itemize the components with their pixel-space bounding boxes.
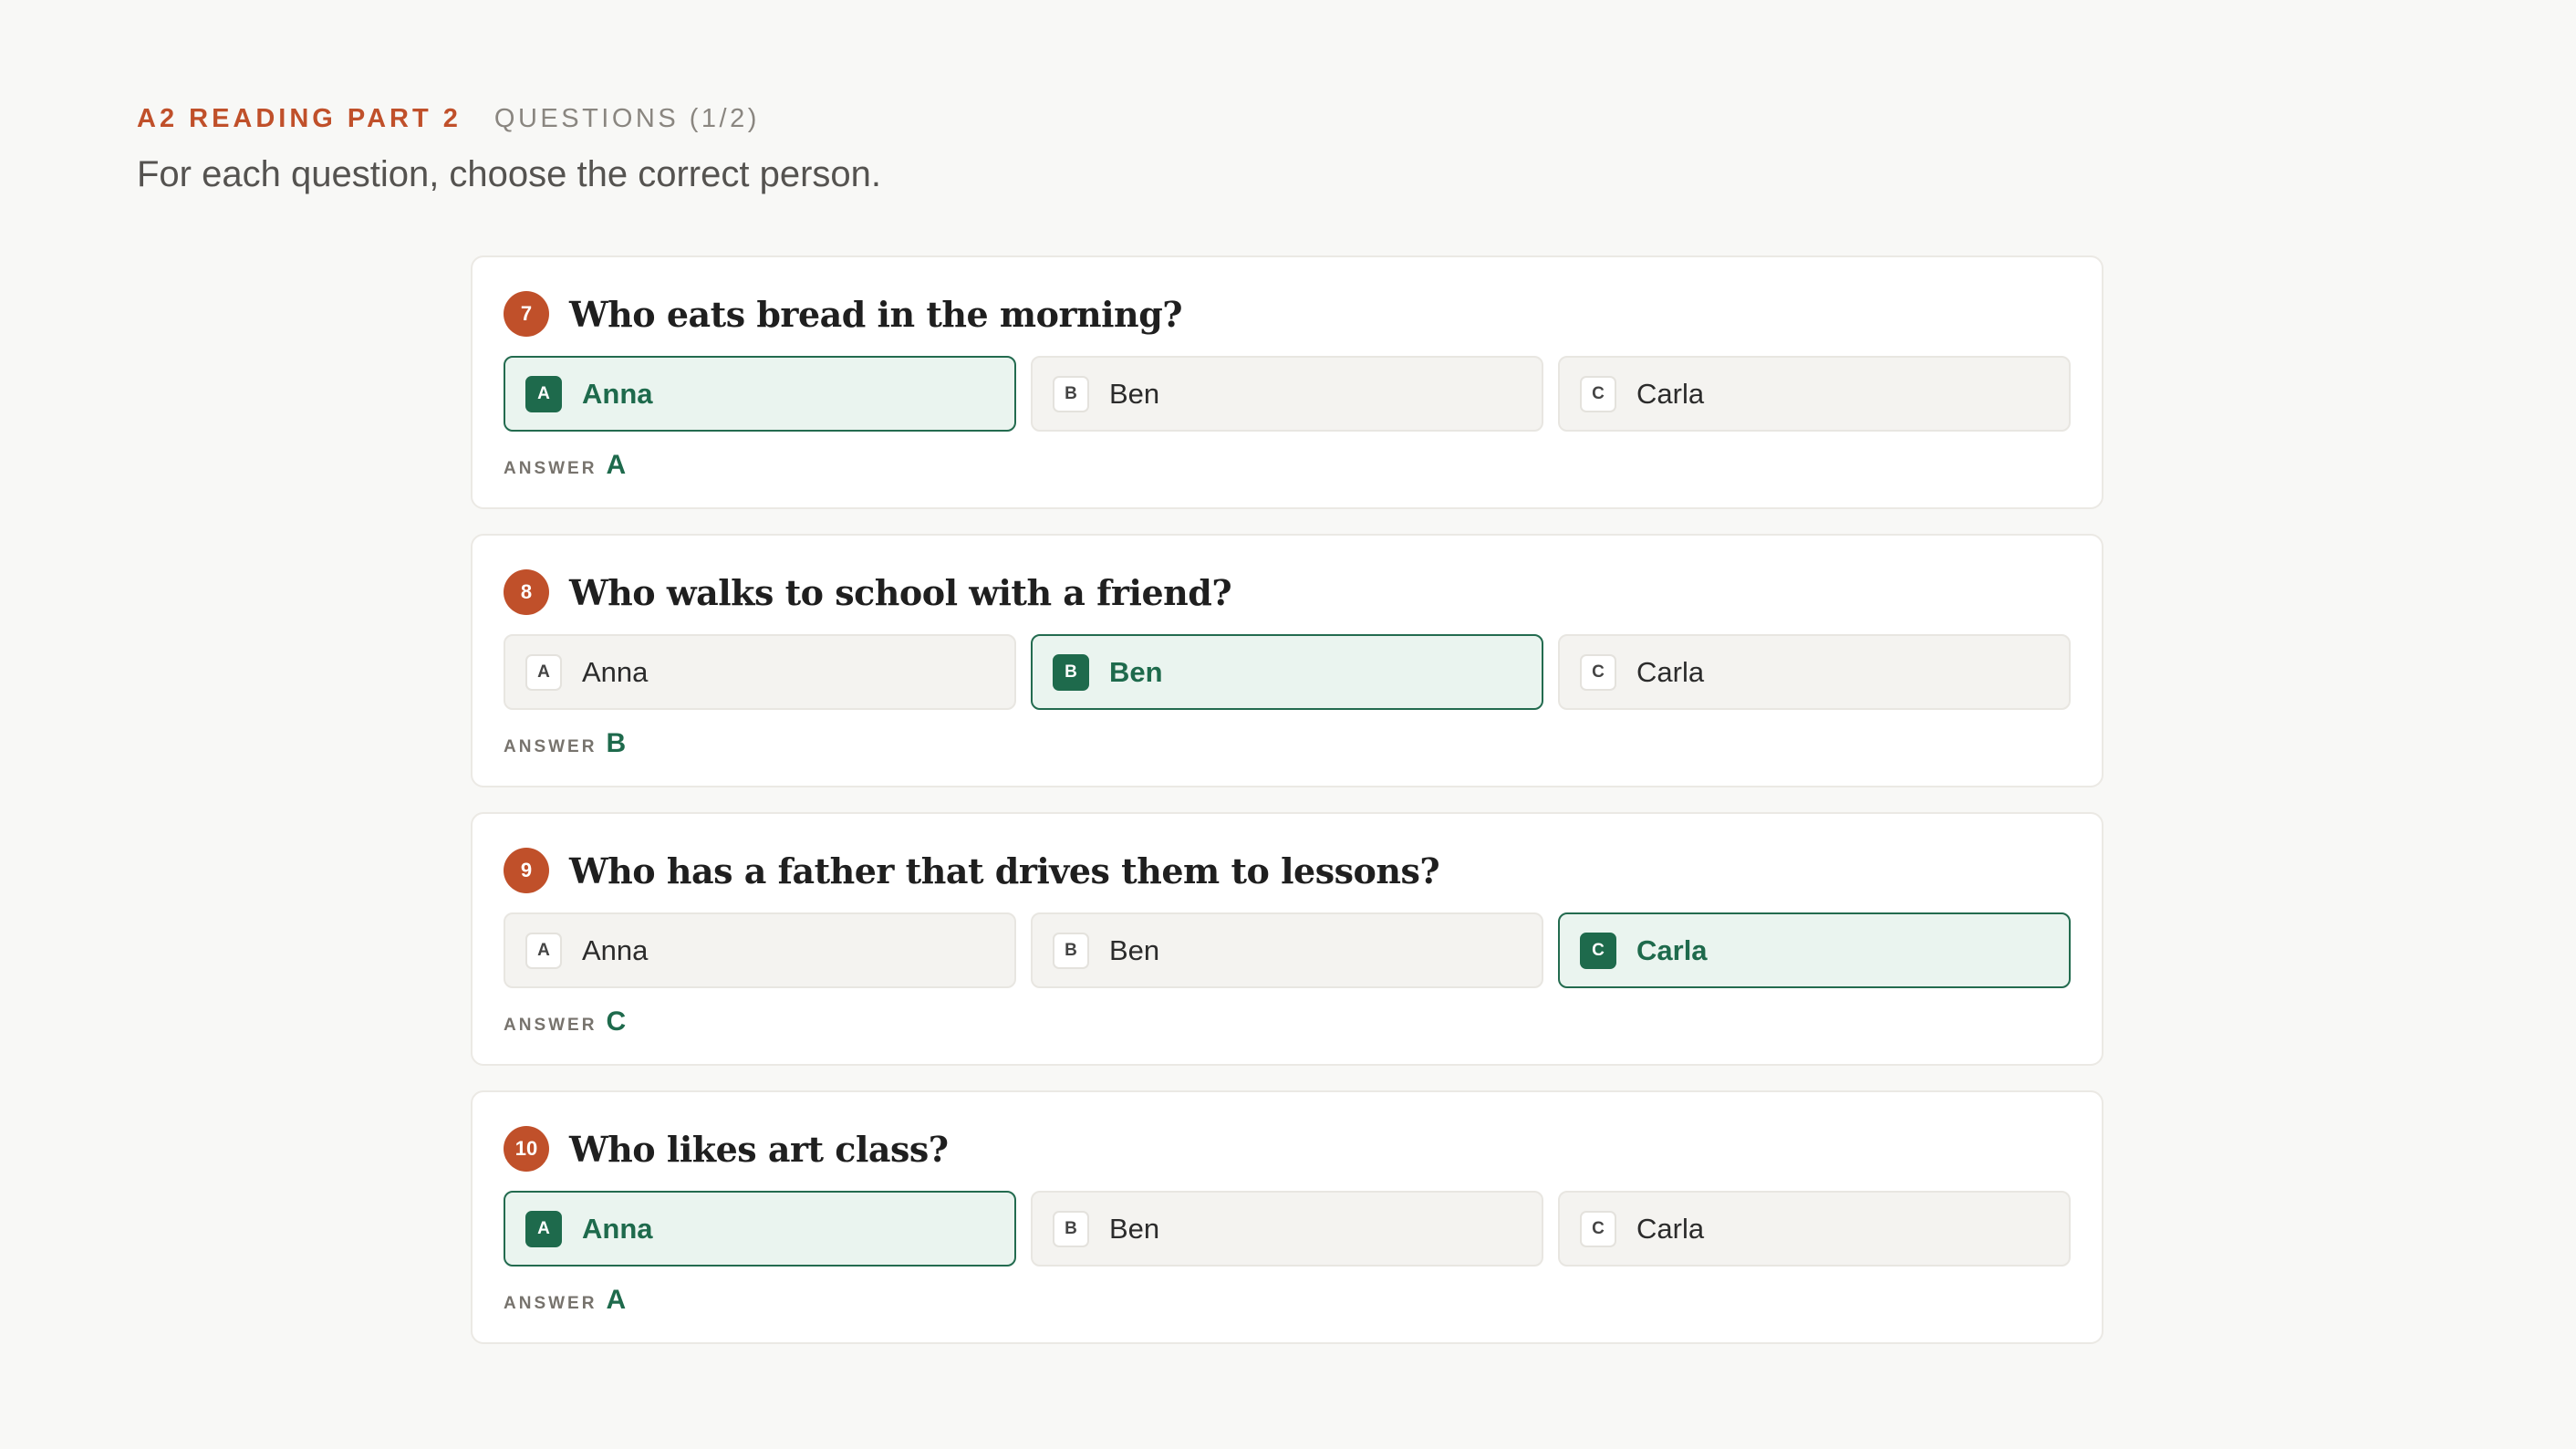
option-label: Anna [582,377,653,410]
option-key: C [1580,375,1616,412]
option-b[interactable]: B Ben [1031,356,1543,432]
option-b[interactable]: B Ben [1031,912,1543,988]
answer-label: ANSWER [504,1294,597,1313]
option-label: Carla [1636,377,1705,410]
option-b[interactable]: B Ben [1031,634,1543,710]
question-text: Who likes art class? [569,1128,949,1170]
option-label: Ben [1109,933,1160,966]
answer-label: ANSWER [504,737,597,756]
answer-label: ANSWER [504,1016,597,1035]
option-c[interactable]: C Carla [1558,356,2071,432]
page-header: A2 READING PART 2 QUESTIONS (1/2) For ea… [137,104,881,195]
question-card: 9 Who has a father that drives them to l… [471,812,2103,1066]
question-list: 7 Who eats bread in the morning? A Anna … [471,255,2103,1369]
option-key: A [525,1210,562,1247]
question-number-badge: 10 [504,1126,549,1172]
option-label: Carla [1636,933,1708,966]
answer-row: ANSWER A [504,1285,2071,1316]
question-progress: QUESTIONS (1/2) [493,104,760,133]
answer-value: A [606,1285,627,1315]
question-card: 7 Who eats bread in the morning? A Anna … [471,255,2103,509]
answer-row: ANSWER B [504,728,2071,759]
option-key: B [1053,1210,1089,1247]
question-number-badge: 8 [504,569,549,615]
option-key: C [1580,932,1616,969]
option-label: Ben [1109,377,1160,410]
option-label: Ben [1109,1212,1160,1245]
option-key: C [1580,653,1616,691]
answer-label: ANSWER [504,459,597,478]
option-c[interactable]: C Carla [1558,912,2071,988]
question-text: Who has a father that drives them to les… [569,850,1440,891]
answer-row: ANSWER A [504,450,2071,481]
answer-value: A [606,450,627,480]
question-card: 8 Who walks to school with a friend? A A… [471,534,2103,787]
option-label: Anna [582,655,649,688]
option-c[interactable]: C Carla [1558,1191,2071,1267]
option-a[interactable]: A Anna [504,634,1016,710]
answer-options: A Anna B Ben C Carla [504,912,2071,988]
question-header: 7 Who eats bread in the morning? [504,287,2071,341]
question-number-badge: 9 [504,848,549,893]
option-key: B [1053,932,1089,969]
answer-options: A Anna B Ben C Carla [504,356,2071,432]
option-a[interactable]: A Anna [504,912,1016,988]
question-number-badge: 7 [504,291,549,337]
answer-row: ANSWER C [504,1006,2071,1037]
answer-options: A Anna B Ben C Carla [504,634,2071,710]
option-b[interactable]: B Ben [1031,1191,1543,1267]
option-label: Carla [1636,655,1705,688]
section-title: A2 READING PART 2 [137,104,462,133]
question-header: 10 Who likes art class? [504,1121,2071,1176]
option-a[interactable]: A Anna [504,1191,1016,1267]
question-header: 8 Who walks to school with a friend? [504,565,2071,620]
question-text: Who eats bread in the morning? [569,293,1183,335]
question-card: 10 Who likes art class? A Anna B Ben C C… [471,1090,2103,1344]
question-header: 9 Who has a father that drives them to l… [504,843,2071,898]
option-key: A [525,932,562,969]
answer-value: C [606,1006,627,1037]
option-a[interactable]: A Anna [504,356,1016,432]
option-key: C [1580,1210,1616,1247]
question-text: Who walks to school with a friend? [569,571,1232,613]
option-c[interactable]: C Carla [1558,634,2071,710]
option-key: A [525,653,562,691]
answer-value: B [606,728,627,758]
instruction-text: For each question, choose the correct pe… [137,154,882,194]
option-key: B [1053,653,1089,691]
option-label: Carla [1636,1212,1705,1245]
option-key: A [525,375,562,412]
option-key: B [1053,375,1089,412]
eyebrow: A2 READING PART 2 QUESTIONS (1/2) [137,104,881,134]
answer-options: A Anna B Ben C Carla [504,1191,2071,1267]
option-label: Ben [1109,655,1163,688]
option-label: Anna [582,933,649,966]
option-label: Anna [582,1212,653,1245]
